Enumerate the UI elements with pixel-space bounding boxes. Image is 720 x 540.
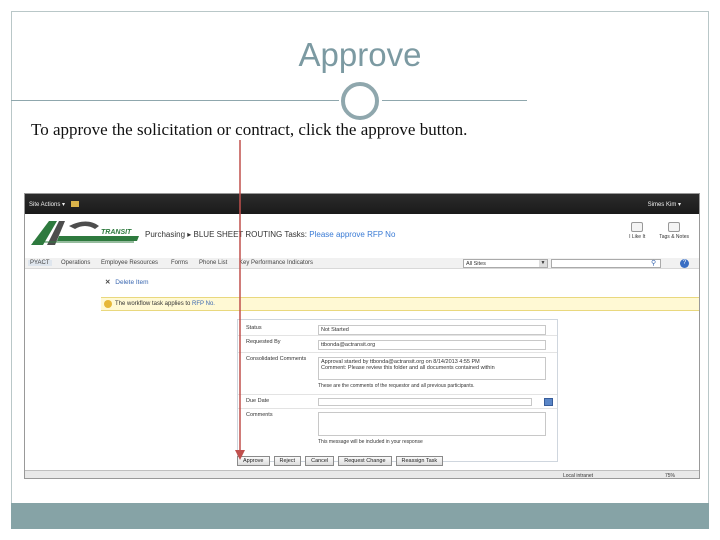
help-icon[interactable]: ? [680, 259, 689, 268]
comments-note: This message will be included in your re… [318, 439, 423, 445]
zoom-level[interactable]: 75% [665, 473, 675, 478]
tag-icon [668, 222, 681, 232]
breadcrumb: Purchasing ▸ BLUE SHEET ROUTING Tasks: P… [145, 230, 395, 239]
folder-icon[interactable] [71, 201, 79, 207]
breadcrumb-site[interactable]: Purchasing [145, 230, 185, 239]
comments-row: Comments This message will be included i… [238, 409, 557, 449]
nav-item-operations[interactable]: Operations [61, 260, 90, 266]
browser-status-bar: Local intranet 75% [25, 470, 699, 479]
requested-by-row: Requested By ttbonda@actransit.org [238, 336, 557, 353]
search-scope-select[interactable]: All Sites ▼ [463, 259, 548, 268]
search-scope-value: All Sites [466, 261, 486, 267]
ac-transit-logo[interactable]: TRANSIT [29, 218, 141, 248]
title-divider-right [382, 100, 527, 101]
security-zone: Local intranet [563, 473, 594, 479]
consolidated-comments-row: Consolidated Comments Approval started b… [238, 353, 557, 395]
tags-notes-label: Tags & Notes [659, 234, 689, 240]
requested-by-label: Requested By [246, 339, 281, 345]
title-divider-left [11, 100, 339, 101]
search-input[interactable] [551, 259, 661, 268]
breadcrumb-list[interactable]: BLUE SHEET ROUTING Tasks: [194, 230, 308, 239]
workflow-info-bar: The workflow task applies to RFP No. [101, 297, 699, 311]
reject-button[interactable]: Reject [273, 456, 302, 466]
request-change-button[interactable]: Request Change [338, 456, 392, 466]
slide-title: Approve [298, 36, 422, 73]
site-header: TRANSIT Purchasing ▸ BLUE SHEET ROUTING … [25, 214, 699, 252]
status-value: Not Started [318, 325, 546, 335]
status-label: Status [246, 325, 262, 331]
consolidated-comments-value: Approval started by ttbonda@actransit.or… [318, 357, 546, 380]
user-menu[interactable]: Simes Kim ▾ [648, 201, 681, 208]
i-like-it-label: I Like It [629, 234, 646, 240]
breadcrumb-separator: ▸ [187, 230, 192, 239]
nav-item-phone-list[interactable]: Phone List [199, 260, 227, 266]
top-navigation: PYACT Operations Employee Resources Form… [25, 258, 699, 269]
task-form: Status Not Started Requested By ttbonda@… [237, 319, 558, 462]
comments-line-2: Comment: Please review this folder and a… [321, 365, 495, 371]
site-actions-menu[interactable]: Site Actions ▾ [29, 201, 65, 208]
chevron-down-icon[interactable]: ▼ [539, 260, 547, 267]
i-like-it-button[interactable]: I Like It [629, 222, 645, 240]
cancel-button[interactable]: Cancel [305, 456, 335, 466]
due-date-row: Due Date [238, 395, 557, 409]
due-date-input[interactable] [318, 398, 532, 406]
title-circle-ornament [341, 82, 379, 120]
nav-item-employee-resources[interactable]: Employee Resources [101, 260, 158, 266]
tags-notes-button[interactable]: Tags & Notes [659, 222, 689, 240]
search-icon[interactable]: ⚲ [651, 259, 656, 267]
comments-textarea[interactable] [318, 412, 546, 436]
info-text: The workflow task applies to [115, 301, 191, 307]
consolidated-comments-label: Consolidated Comments [246, 356, 307, 362]
logo-text: TRANSIT [101, 229, 132, 236]
consolidated-comments-note: These are the comments of the requestor … [318, 383, 475, 389]
social-actions: I Like It Tags & Notes [629, 222, 689, 240]
requested-by-value: ttbonda@actransit.org [318, 340, 546, 350]
info-icon [104, 300, 112, 308]
thumbs-up-icon [631, 222, 644, 232]
delete-item-button[interactable]: ✕ Delete Item [105, 278, 149, 286]
slide-footer-bar [11, 503, 709, 529]
info-link[interactable]: RFP No. [192, 301, 215, 307]
form-buttons: Approve Reject Cancel Request Change Rea… [237, 456, 444, 466]
instruction-text: To approve the solicitation or contract,… [31, 120, 468, 139]
ribbon-bar: Site Actions ▾ Simes Kim ▾ [25, 194, 699, 214]
status-row: Status Not Started [238, 322, 557, 336]
due-date-label: Due Date [246, 398, 270, 404]
reassign-task-button[interactable]: Reassign Task [395, 456, 444, 466]
delete-item-label: Delete Item [115, 279, 149, 286]
breadcrumb-item: Please approve RFP No [309, 230, 396, 239]
delete-icon: ✕ [105, 279, 111, 286]
calendar-icon[interactable] [544, 398, 553, 406]
sharepoint-screenshot: Site Actions ▾ Simes Kim ▾ TRANSIT Purch… [24, 193, 700, 479]
comments-label: Comments [246, 412, 273, 418]
nav-item-kpi[interactable]: Key Performance Indicators [239, 260, 313, 266]
nav-item-forms[interactable]: Forms [171, 260, 188, 266]
approve-button[interactable]: Approve [237, 456, 270, 466]
nav-item-pyact[interactable]: PYACT [28, 260, 52, 266]
